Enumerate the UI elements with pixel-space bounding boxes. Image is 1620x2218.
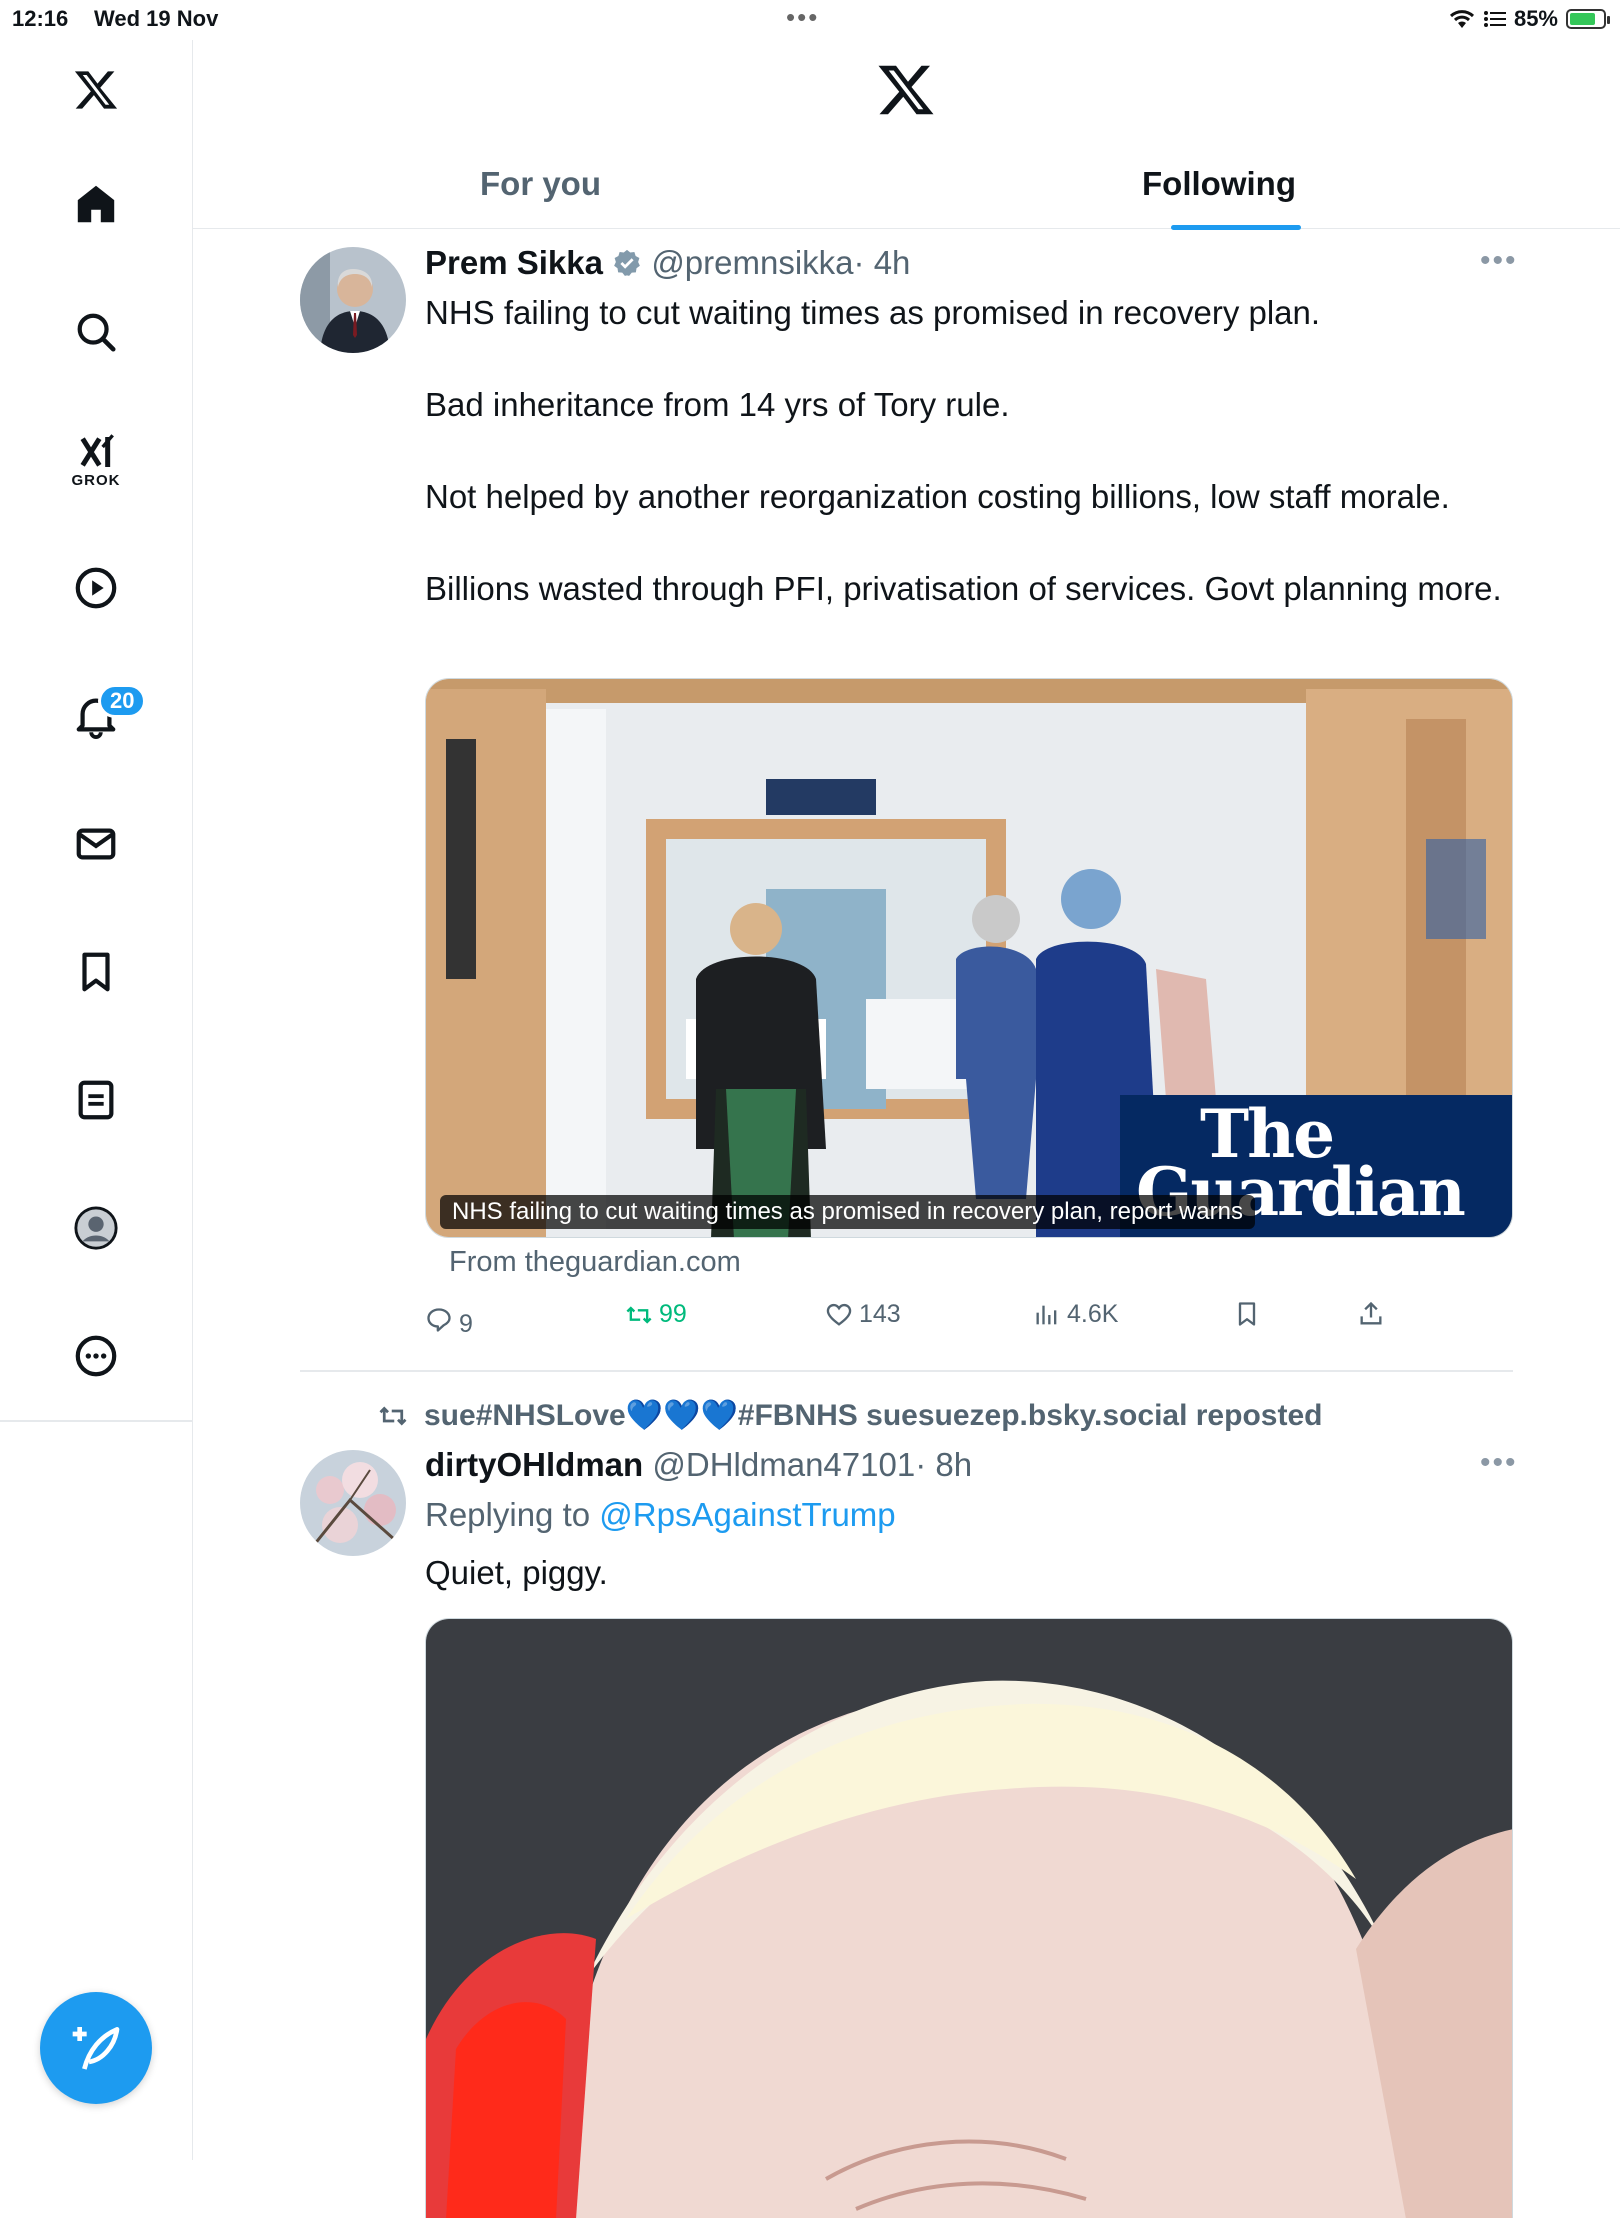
like-button[interactable]: 143 [825,1300,901,1329]
profile-avatar-icon[interactable] [56,1188,136,1268]
tweet-timestamp[interactable]: · 4h [854,244,911,281]
video-icon[interactable] [56,548,136,628]
x-logo-icon[interactable] [56,50,136,130]
sidebar-divider [0,1420,192,1422]
battery-icon [1566,9,1610,29]
tweet-author-name[interactable]: dirtyOHldman [425,1446,643,1483]
tweet-author-handle[interactable]: @premnsikka [651,244,853,281]
bookmark-button[interactable] [1233,1300,1261,1328]
search-icon[interactable] [56,292,136,372]
view-count: 4.6K [1067,1300,1119,1328]
status-date: Wed 19 Nov [94,6,219,31]
repost-icon [626,1305,652,1324]
wifi-icon [1449,10,1474,28]
tweet-paragraph: Not helped by another reorganization cos… [425,478,1450,515]
tweet-text: Quiet, piggy. [425,1554,608,1591]
repost-context-icon [379,1406,407,1425]
tweet-paragraph: NHS failing to cut waiting times as prom… [425,294,1321,331]
repost-context[interactable]: sue#NHSLove💙💙💙#FBNHS suesuezep.bsky.soci… [378,1398,1322,1433]
bookmarks-icon[interactable] [56,932,136,1012]
timeline-tabs: For you Following [193,140,1620,230]
repost-count: 99 [659,1300,687,1328]
tweet-image[interactable] [425,1618,1513,2218]
replying-to-label: Replying to [425,1496,591,1533]
tweet-header: dirtyOHldman @DHldman47101· 8h [425,1446,972,1484]
tweet-more-options-icon[interactable]: ••• [1480,1446,1518,1480]
home-icon[interactable] [56,164,136,244]
bookmark-icon [1238,1302,1256,1326]
tweet-author-avatar[interactable] [300,247,406,353]
battery-percent: 85% [1513,6,1558,31]
tweet-author-handle[interactable]: @DHldman47101 [652,1446,915,1483]
compose-post-button[interactable] [40,1992,152,2104]
tweet-more-options-icon[interactable]: ••• [1480,244,1518,278]
heart-icon [826,1303,852,1326]
status-right: 85% [1448,6,1610,32]
tweet-actions: 9 99 143 4.6K [425,1300,1425,1350]
compose-feather-icon [72,2027,120,2070]
tweet-paragraph: Bad inheritance from 14 yrs of Tory rule… [425,386,1010,423]
status-time: 12:16 [12,6,69,31]
sidebar-nav: GROK 20 [0,40,193,2160]
tweet-paragraph: Billions wasted through PFI, privatisati… [425,570,1502,607]
grok-label: GROK [71,471,121,489]
lists-icon[interactable] [56,1060,136,1140]
status-bar: 12:16 Wed 19 Nov ••• 85% [0,0,1620,40]
tab-for-you[interactable]: For you [193,140,888,228]
tweet-author-avatar[interactable] [300,1450,406,1556]
views-chart-icon [1036,1305,1057,1324]
repost-context-text: sue#NHSLove💙💙💙#FBNHS suesuezep.bsky.soci… [424,1399,1323,1432]
pig-image [426,1619,1512,2218]
multitasking-dots-icon[interactable]: ••• [786,2,819,33]
tweet-body: NHS failing to cut waiting times as prom… [425,290,1515,658]
tweet-author-name[interactable]: Prem Sikka [425,244,603,281]
link-card-image[interactable]: The Guardian NHS failing to cut waiting … [425,678,1513,1238]
reply-count: 9 [459,1310,473,1338]
reply-icon [427,1307,451,1332]
link-card-source[interactable]: From theguardian.com [449,1246,741,1279]
replying-to-mention[interactable]: @RpsAgainstTrump [599,1496,895,1533]
tab-following[interactable]: Following [919,140,1519,228]
active-tab-indicator [1171,225,1301,230]
share-button[interactable] [1357,1300,1385,1328]
x-header-logo-icon[interactable] [876,60,936,120]
repost-button[interactable]: 99 [625,1300,687,1329]
like-count: 143 [859,1300,901,1328]
replying-to-line: Replying to @RpsAgainstTrump [425,1496,896,1534]
reply-button[interactable]: 9 [425,1300,473,1339]
more-options-icon[interactable] [56,1316,136,1396]
views-button[interactable]: 4.6K [1033,1300,1118,1329]
list-status-icon [1483,11,1506,27]
link-card-title: NHS failing to cut waiting times as prom… [440,1195,1255,1229]
messages-icon[interactable] [56,804,136,884]
tweet-timestamp[interactable]: · 8h [915,1446,972,1483]
tweet-header: Prem Sikka @premnsikka· 4h [425,244,910,282]
grok-icon[interactable]: GROK [56,420,136,500]
verified-badge-icon [614,249,641,276]
tweet-separator [300,1370,1513,1372]
share-icon [1360,1301,1382,1325]
notifications-badge: 20 [98,684,147,718]
